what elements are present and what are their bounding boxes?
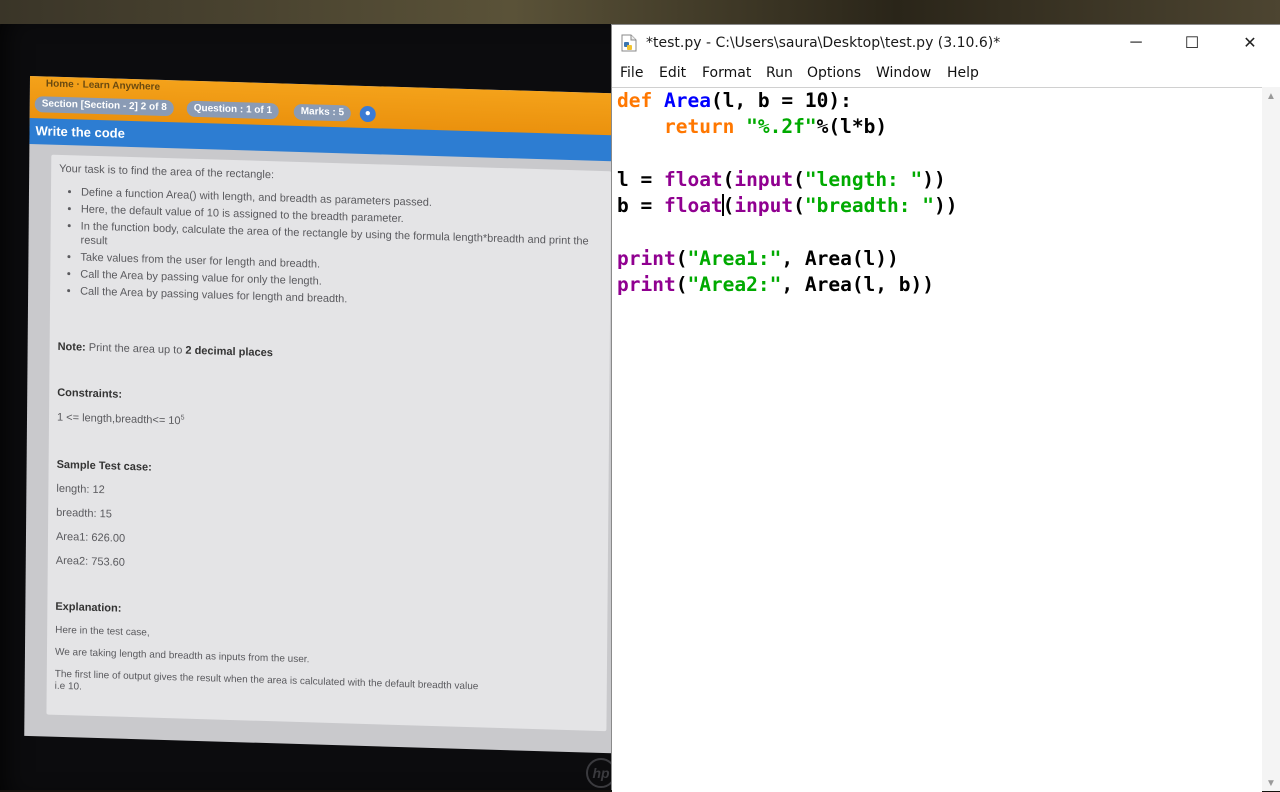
background-strip bbox=[0, 0, 1280, 24]
sample-line: Area1: 626.00 bbox=[55, 530, 126, 545]
sample-line: breadth: 15 bbox=[56, 506, 112, 521]
explanation-line: The first line of output gives the resul… bbox=[54, 668, 479, 693]
quiz-screen: Home · Learn Anywhere Section [Section -… bbox=[24, 76, 612, 754]
monitor-bezel: Home · Learn Anywhere Section [Section -… bbox=[0, 8, 612, 790]
chat-icon[interactable]: ● bbox=[359, 105, 376, 123]
code-text[interactable]: def Area(l, b = 10): return "%.2f"%(l*b)… bbox=[617, 88, 958, 298]
explanation-line: Here in the test case, bbox=[55, 624, 150, 639]
constraints: 1 <= length,breadth<= 105 bbox=[57, 411, 185, 427]
menu-window[interactable]: Window bbox=[876, 65, 931, 81]
explanation-line: i.e 10. bbox=[54, 680, 82, 693]
note: Note: Print the area up to 2 decimal pla… bbox=[58, 341, 273, 359]
menu-format[interactable]: Format bbox=[702, 65, 751, 81]
sample-label: Sample Test case: bbox=[56, 458, 152, 474]
constraints-text: 1 <= length,breadth<= 10 bbox=[56, 411, 181, 428]
window-title: *test.py - C:\Users\saura\Desktop\test.p… bbox=[646, 35, 1001, 51]
hp-logo: hp bbox=[586, 758, 612, 788]
text-cursor bbox=[721, 194, 724, 217]
menu-run[interactable]: Run bbox=[766, 65, 793, 81]
scroll-down-arrow-icon[interactable]: ▼ bbox=[1266, 778, 1276, 789]
title-bar[interactable]: *test.py - C:\Users\saura\Desktop\test.p… bbox=[612, 25, 1280, 61]
quiz-breadcrumb[interactable]: Home · Learn Anywhere bbox=[46, 78, 160, 92]
scroll-up-arrow-icon[interactable]: ▲ bbox=[1266, 91, 1276, 102]
marks-pill[interactable]: Marks : 5 bbox=[293, 103, 352, 122]
menu-file[interactable]: File bbox=[620, 65, 643, 81]
constraints-exponent: 5 bbox=[180, 414, 185, 422]
note-label: Note: bbox=[57, 340, 86, 354]
task-intro: Your task is to find the area of the rec… bbox=[59, 162, 275, 182]
vertical-scrollbar[interactable]: ▲ ▼ bbox=[1262, 87, 1280, 791]
minimize-button[interactable]: ─ bbox=[1108, 25, 1164, 61]
section-pill[interactable]: Section [Section - 2] 2 of 8 bbox=[34, 96, 174, 117]
sample-line: Area2: 753.60 bbox=[55, 554, 125, 569]
python-file-icon bbox=[621, 34, 637, 52]
constraints-label: Constraints: bbox=[57, 386, 123, 401]
note-text: Print the area up to bbox=[88, 341, 183, 357]
note-bold: 2 decimal places bbox=[185, 344, 273, 360]
sample-line: length: 12 bbox=[56, 482, 105, 497]
task-card: Your task is to find the area of the rec… bbox=[46, 154, 612, 732]
explanation-label: Explanation: bbox=[55, 600, 122, 615]
explanation-line: We are taking length and breadth as inpu… bbox=[54, 646, 310, 666]
menu-edit[interactable]: Edit bbox=[659, 65, 686, 81]
code-editor[interactable]: def Area(l, b = 10): return "%.2f"%(l*b)… bbox=[612, 87, 1262, 792]
background-photo: Home · Learn Anywhere Section [Section -… bbox=[0, 0, 612, 790]
menu-help[interactable]: Help bbox=[947, 65, 979, 81]
close-button[interactable]: ✕ bbox=[1222, 25, 1278, 61]
maximize-button[interactable]: ☐ bbox=[1164, 25, 1220, 61]
menu-bar: File Edit Format Run Options Window Help bbox=[612, 61, 1280, 87]
idle-editor-window: *test.py - C:\Users\saura\Desktop\test.p… bbox=[611, 24, 1280, 792]
question-pill[interactable]: Question : 1 of 1 bbox=[186, 100, 280, 120]
task-list: Define a function Area() with length, an… bbox=[66, 185, 611, 317]
menu-options[interactable]: Options bbox=[807, 65, 861, 81]
